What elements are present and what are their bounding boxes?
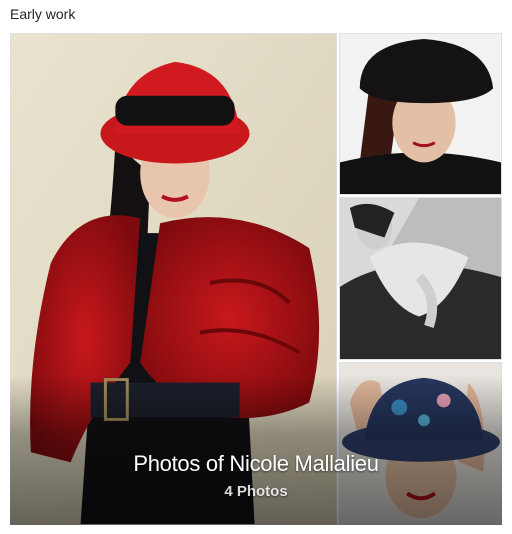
- photo-tile-3[interactable]: [339, 197, 502, 360]
- photo-woman-red-hat: [11, 34, 336, 524]
- section-title: Early work: [10, 6, 76, 22]
- photo-album[interactable]: Photos of Nicole Mallalieu 4 Photos: [10, 33, 502, 525]
- photo-woman-fur-hat: [340, 34, 501, 194]
- photo-tile-4[interactable]: [339, 362, 502, 525]
- photo-tile-2[interactable]: [339, 33, 502, 195]
- photo-woman-black-white: [340, 198, 501, 359]
- photo-woman-blue-hat: [340, 363, 501, 524]
- photo-tile-main[interactable]: [10, 33, 337, 525]
